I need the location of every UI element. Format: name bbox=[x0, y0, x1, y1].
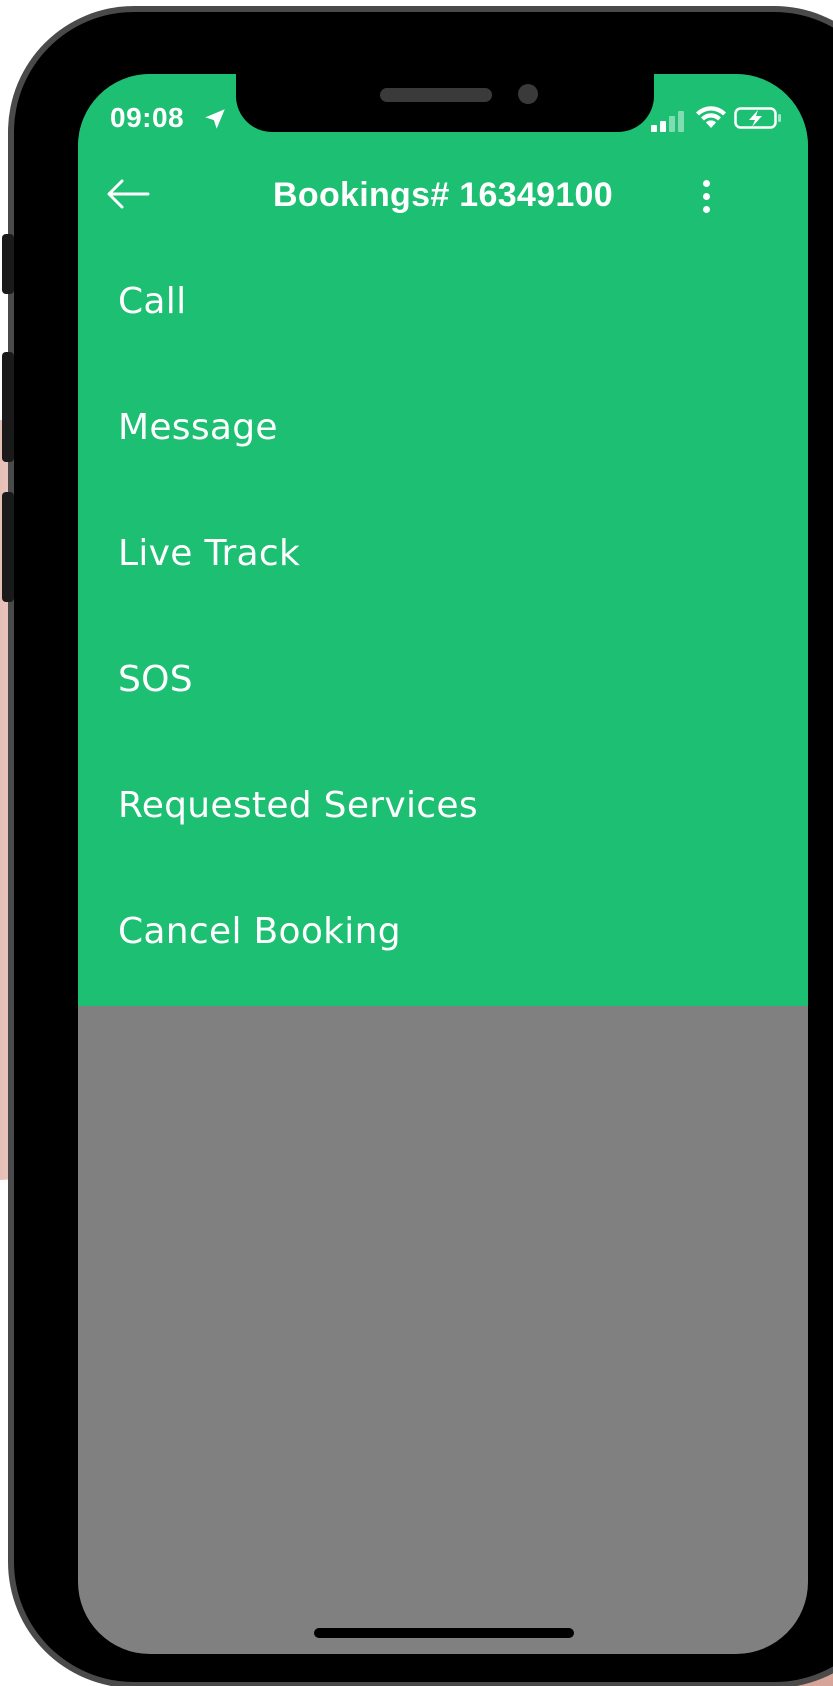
location-arrow-icon bbox=[205, 109, 225, 129]
phone-frame: 09:08 Bookings# 16349100 Call Message Li… bbox=[2, 12, 833, 1682]
device-notch bbox=[236, 74, 654, 132]
menu-item-cancel-booking[interactable]: Cancel Booking bbox=[78, 876, 808, 1002]
wifi-icon bbox=[696, 106, 726, 128]
menu-item-requested-services[interactable]: Requested Services bbox=[78, 750, 808, 876]
phone-screen: 09:08 Bookings# 16349100 Call Message Li… bbox=[78, 74, 808, 1654]
more-options-button[interactable] bbox=[686, 172, 726, 220]
volume-down-button bbox=[2, 492, 14, 602]
menu-item-sos[interactable]: SOS bbox=[78, 624, 808, 750]
silent-switch bbox=[2, 234, 14, 294]
action-menu-panel: 09:08 Bookings# 16349100 Call Message Li… bbox=[78, 74, 808, 1006]
cellular-signal-icon bbox=[651, 111, 684, 132]
menu-item-call[interactable]: Call bbox=[78, 246, 808, 372]
front-camera bbox=[518, 84, 538, 104]
more-vertical-icon-dot bbox=[702, 192, 710, 200]
battery-charging-icon bbox=[734, 107, 781, 129]
back-button[interactable] bbox=[104, 170, 152, 218]
speaker-grille bbox=[380, 88, 492, 102]
more-vertical-icon-dot bbox=[702, 205, 710, 213]
booking-actions-menu: Call Message Live Track SOS Requested Se… bbox=[78, 246, 808, 1002]
device-stage: 09:08 Bookings# 16349100 Call Message Li… bbox=[0, 0, 833, 1686]
arrow-left-icon bbox=[107, 179, 150, 209]
menu-item-message[interactable]: Message bbox=[78, 372, 808, 498]
home-indicator[interactable] bbox=[314, 1628, 574, 1638]
menu-item-live-track[interactable]: Live Track bbox=[78, 498, 808, 624]
more-vertical-icon bbox=[702, 179, 710, 187]
dimmed-overlay[interactable] bbox=[78, 1006, 808, 1654]
page-title: Bookings# 16349100 bbox=[273, 176, 613, 214]
status-time: 09:08 bbox=[110, 102, 185, 133]
volume-up-button bbox=[2, 352, 14, 462]
